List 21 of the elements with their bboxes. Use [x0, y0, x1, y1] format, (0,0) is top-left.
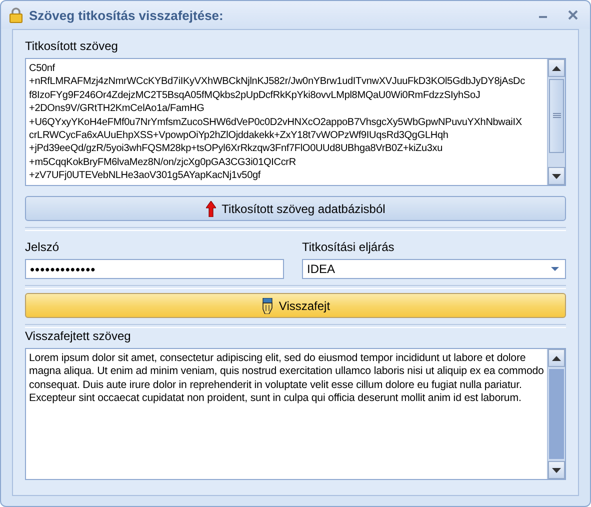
- scroll-down-icon[interactable]: [552, 174, 561, 178]
- close-icon[interactable]: [568, 10, 578, 20]
- method-dropdown[interactable]: IDEA: [302, 259, 566, 279]
- scroll-down-icon[interactable]: [552, 468, 561, 472]
- scrollbar[interactable]: [547, 59, 565, 185]
- grip-icon: [552, 113, 560, 119]
- password-label: Jelszó: [25, 239, 60, 255]
- dropdown-caret-icon[interactable]: [551, 267, 559, 271]
- decrypted-text-label: Visszafejtett szöveg: [25, 328, 132, 344]
- scrollbar[interactable]: [547, 349, 565, 479]
- load-from-database-button[interactable]: Titkosított szöveg adatbázisból: [25, 196, 566, 221]
- scroll-up-icon[interactable]: [552, 66, 561, 70]
- password-field[interactable]: •••••••••••••: [25, 259, 284, 279]
- decrypt-button[interactable]: Visszafejt: [25, 293, 566, 318]
- method-label: Titkosítási eljárás: [302, 239, 396, 255]
- padlock-icon: [9, 7, 23, 23]
- scroll-up-icon[interactable]: [552, 356, 561, 360]
- encrypted-text-label: Titkosított szöveg: [25, 38, 119, 54]
- window-title: Szöveg titkosítás visszafejtése:: [29, 8, 224, 22]
- up-arrow-icon: [206, 200, 216, 216]
- hand-icon: [260, 298, 273, 314]
